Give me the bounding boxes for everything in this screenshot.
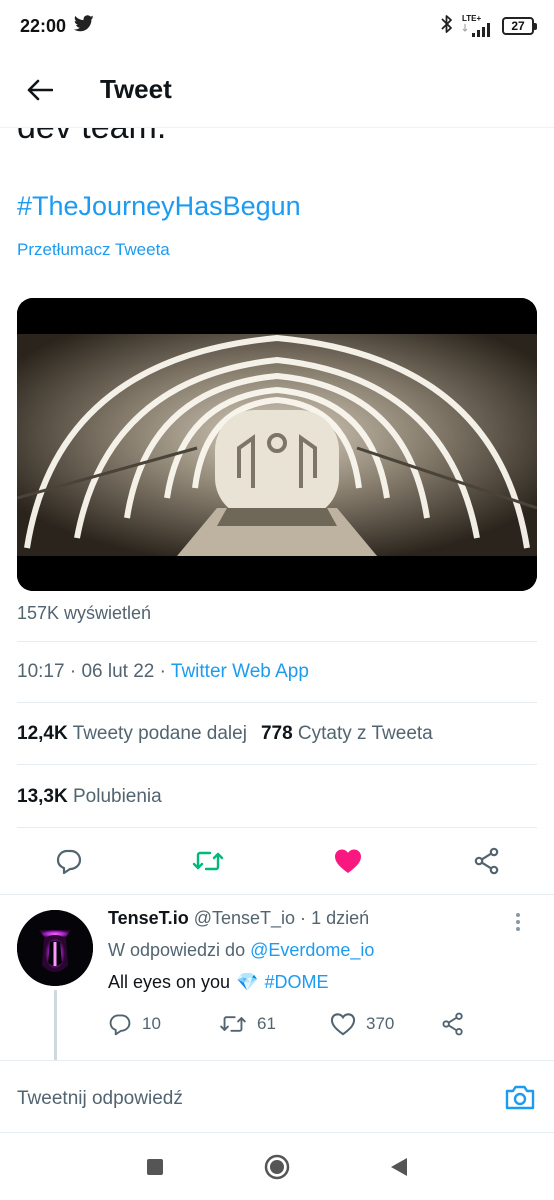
tweet-video[interactable] (17, 298, 537, 591)
status-bar: 22:00 LTE+ 27 (0, 0, 554, 52)
divider (17, 764, 537, 765)
likes-label: Polubienia (72, 786, 162, 807)
share-icon (474, 847, 499, 875)
battery-level: 27 (511, 19, 525, 33)
retweet-icon (220, 1016, 246, 1032)
reply-share-button[interactable] (441, 1012, 465, 1036)
gem-emoji: 💎 (236, 972, 259, 992)
dot-icon (516, 913, 520, 917)
share-icon (442, 1012, 463, 1036)
like-button[interactable] (332, 845, 364, 877)
triangle-back-icon (391, 1157, 407, 1176)
reply-hashtag[interactable]: #DOME (265, 972, 329, 993)
quotes-count: 778 (260, 723, 293, 744)
divider (0, 1060, 554, 1061)
video-frame-image (17, 298, 537, 591)
divider (0, 894, 554, 895)
likes-count: 13,3K (17, 786, 68, 807)
reply-reply-button[interactable]: 10 (108, 1012, 219, 1036)
square-icon (147, 1158, 163, 1175)
thread-line (54, 990, 57, 1060)
translate-tweet-link[interactable]: Przetłumacz Tweeta (17, 240, 170, 260)
reply-button[interactable] (53, 845, 85, 877)
tweet-date: 06 lut 22 (81, 661, 155, 682)
avatar[interactable] (17, 910, 93, 986)
twitter-icon (73, 15, 94, 37)
home-button[interactable] (261, 1151, 293, 1183)
app-header: Tweet (0, 52, 554, 128)
camera-button[interactable] (502, 1080, 538, 1114)
retweets-link[interactable]: 12,4K Tweety podane dalej (17, 723, 247, 744)
reply-author-name[interactable]: TenseT.io (108, 908, 189, 928)
retweet-icon (193, 851, 224, 871)
heart-filled-icon (334, 849, 361, 873)
tweet-time: 10:17 (17, 661, 65, 682)
circle-icon (264, 1154, 290, 1179)
reply-time: 1 dzień (311, 908, 370, 928)
tenset-logo-icon (17, 910, 93, 986)
source-app-link[interactable]: Twitter Web App (171, 661, 309, 682)
reply-icon (56, 849, 82, 875)
quotes-link[interactable]: 778 Cytaty z Tweeta (261, 723, 433, 744)
retweets-label: Tweety podane dalej (72, 723, 247, 744)
tweet-actions (17, 838, 537, 884)
hashtag-link[interactable]: #TheJourneyHasBegun (17, 191, 301, 222)
divider (17, 641, 537, 642)
reply-to-prefix: W odpowiedzi do (108, 940, 246, 960)
view-count: 157K wyświetleń (17, 603, 152, 623)
reply-icon (109, 1014, 131, 1036)
status-time: 22:00 (20, 15, 67, 36)
reply-retweets-count: 61 (257, 1014, 276, 1033)
signal-icon (462, 23, 490, 37)
reply-text: All eyes on you 💎 #DOME (108, 972, 329, 993)
reply-actions: 10 61 370 (108, 1008, 488, 1040)
back-nav-button[interactable] (383, 1151, 415, 1183)
reply-separator: · (300, 908, 307, 928)
reply-like-button[interactable]: 370 (330, 1012, 441, 1036)
retweets-count: 12,4K (17, 723, 68, 744)
recents-button[interactable] (139, 1151, 171, 1183)
reply-header: TenseT.io @TenseT_io · 1 dzień (108, 908, 369, 929)
tweet-meta: 10:17 · 06 lut 22 · Twitter Web App (17, 661, 309, 683)
heart-outline-icon (330, 1013, 356, 1036)
reply-to-line: W odpowiedzi do @Everdome_io (108, 940, 374, 961)
dot-icon (516, 920, 520, 924)
likes-stats[interactable]: 13,3K Polubienia (17, 786, 162, 808)
divider (17, 827, 537, 828)
share-button[interactable] (471, 845, 503, 877)
reply-likes-count: 370 (366, 1014, 395, 1033)
network-indicator: LTE+ (462, 15, 494, 37)
meta-separator: · (69, 661, 77, 682)
lte-label: LTE+ (462, 14, 482, 23)
bluetooth-icon (440, 14, 454, 39)
more-options-button[interactable] (508, 910, 528, 934)
camera-icon (505, 1085, 535, 1110)
page-title: Tweet (100, 74, 172, 104)
reply-to-handle[interactable]: @Everdome_io (250, 940, 374, 960)
system-nav-bar (0, 1133, 554, 1200)
back-button[interactable] (0, 52, 80, 128)
meta-separator: · (159, 661, 166, 682)
dot-icon (516, 927, 520, 931)
arrow-left-icon (27, 79, 53, 100)
retweet-stats: 12,4K Tweety podane dalej 778 Cytaty z Tw… (17, 723, 433, 745)
reply-replies-count: 10 (142, 1014, 161, 1033)
battery-icon: 27 (502, 17, 537, 35)
quotes-label: Cytaty z Tweeta (297, 723, 433, 744)
retweet-button[interactable] (192, 845, 224, 877)
divider (17, 702, 537, 703)
reply-compose-input[interactable]: Tweetnij odpowiedź (17, 1088, 183, 1110)
reply-text-body: All eyes on you (108, 972, 231, 992)
reply-retweet-button[interactable]: 61 (219, 1013, 330, 1035)
reply-author-handle[interactable]: @TenseT_io (194, 908, 295, 928)
